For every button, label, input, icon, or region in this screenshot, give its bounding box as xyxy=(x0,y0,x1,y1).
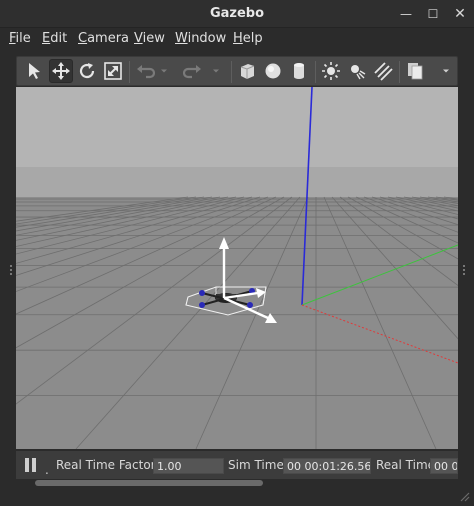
chevron-down-icon xyxy=(213,69,219,73)
resize-grip-icon[interactable] xyxy=(458,490,470,502)
redo-icon xyxy=(183,65,201,79)
real-time-factor-label: Real Time Factor: xyxy=(56,458,160,472)
rotate-mode-button[interactable] xyxy=(75,59,99,83)
translate-move-icon xyxy=(52,62,70,80)
toolbar-separator xyxy=(129,61,130,83)
left-panel-splitter[interactable] xyxy=(9,264,13,276)
box-shape-icon xyxy=(240,64,255,79)
undo-history-dropdown[interactable] xyxy=(157,59,171,83)
scale-icon xyxy=(104,62,122,80)
insert-directional-light-button[interactable] xyxy=(371,59,395,83)
spot-light-icon xyxy=(351,65,366,80)
toolbar-separator xyxy=(315,61,316,83)
menu-camera-accel: C xyxy=(78,31,88,46)
select-arrow-icon xyxy=(29,63,40,79)
point-light-icon xyxy=(322,62,340,80)
scale-mode-button[interactable] xyxy=(101,59,125,83)
menu-edit-label: dit xyxy=(50,31,68,46)
menu-window[interactable]: Window xyxy=(175,31,226,46)
toolbar-overflow-button[interactable] xyxy=(439,59,453,83)
undo-icon xyxy=(137,65,155,79)
real-time-factor-value: 1.00 xyxy=(153,458,224,474)
step-button[interactable]: . xyxy=(45,463,49,477)
menu-help-label: elp xyxy=(242,31,263,46)
menu-help[interactable]: Help xyxy=(233,31,263,46)
undo-button[interactable] xyxy=(133,59,157,83)
status-scrollbar[interactable] xyxy=(16,479,458,487)
status-bar: . Real Time Factor: 1.00 Sim Time: 00 00… xyxy=(16,451,458,479)
close-button[interactable]: ✕ xyxy=(450,4,470,24)
right-panel-splitter[interactable] xyxy=(462,264,466,276)
toolbar-separator xyxy=(399,61,400,83)
menu-edit[interactable]: Edit xyxy=(42,31,67,46)
menu-camera[interactable]: Camera xyxy=(78,31,129,46)
chevron-down-icon xyxy=(161,69,167,73)
sim-time-value: 00 00:01:26.569 xyxy=(283,458,371,474)
toolbar xyxy=(16,56,458,86)
pause-button[interactable] xyxy=(25,458,37,472)
menu-file[interactable]: File xyxy=(9,31,31,46)
maximize-button[interactable]: ☐ xyxy=(423,4,443,24)
minimize-button[interactable]: — xyxy=(396,4,416,24)
insert-cylinder-button[interactable] xyxy=(287,59,311,83)
insert-point-light-button[interactable] xyxy=(319,59,343,83)
menu-help-accel: H xyxy=(233,31,243,46)
menu-bar: File Edit Camera View Window Help xyxy=(0,28,474,50)
redo-history-dropdown[interactable] xyxy=(209,59,223,83)
translate-mode-button[interactable] xyxy=(49,59,73,83)
ground-plane xyxy=(16,197,458,449)
scrollbar-thumb[interactable] xyxy=(35,480,263,486)
scene-canvas[interactable] xyxy=(16,87,458,449)
real-time-value: 00 00 xyxy=(430,458,458,474)
menu-camera-label: amera xyxy=(87,31,130,46)
menu-view-label: iew xyxy=(142,31,165,46)
menu-window-accel: W xyxy=(175,31,188,46)
copy-button[interactable] xyxy=(403,59,427,83)
sim-time-label: Sim Time: xyxy=(228,458,288,472)
select-mode-button[interactable] xyxy=(23,59,47,83)
menu-window-label: indow xyxy=(187,31,227,46)
menu-view-accel: V xyxy=(134,31,143,46)
cylinder-shape-icon xyxy=(294,63,304,79)
menu-file-label: ile xyxy=(15,31,31,46)
menu-view[interactable]: View xyxy=(134,31,165,46)
redo-button[interactable] xyxy=(181,59,205,83)
insert-spot-light-button[interactable] xyxy=(345,59,369,83)
title-bar: Gazebo — ☐ ✕ xyxy=(0,0,474,28)
toolbar-separator xyxy=(231,61,232,83)
rotate-icon xyxy=(79,63,95,79)
insert-box-button[interactable] xyxy=(235,59,259,83)
directional-light-icon xyxy=(374,62,393,81)
menu-edit-accel: E xyxy=(42,31,51,46)
copy-icon xyxy=(408,63,423,80)
chevron-down-icon xyxy=(443,69,449,73)
render-viewport[interactable] xyxy=(16,87,458,449)
sphere-shape-icon xyxy=(265,63,281,79)
pause-icon-bar xyxy=(32,458,36,472)
pause-icon xyxy=(25,458,29,472)
insert-sphere-button[interactable] xyxy=(261,59,285,83)
